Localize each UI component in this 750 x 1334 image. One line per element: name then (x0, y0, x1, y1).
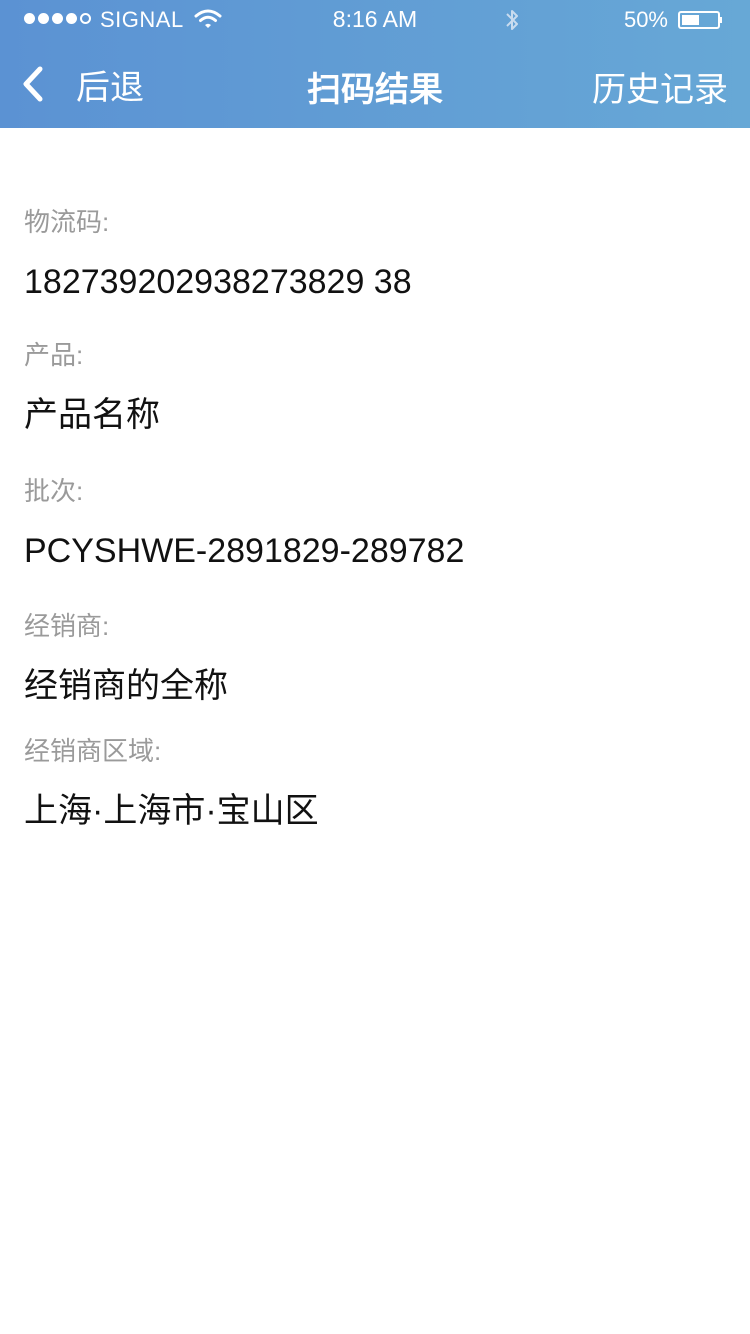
bluetooth-icon (506, 10, 518, 30)
field-label: 物流码: (24, 207, 110, 237)
field-batch: 批次: PCYSHWE-2891829-289782 (24, 476, 724, 571)
field-label: 产品: (24, 340, 84, 370)
field-label: 经销商区域: (24, 736, 162, 766)
field-value: 产品名称 (24, 396, 160, 434)
back-button[interactable]: 后退 (20, 52, 144, 116)
field-logistics-code: 物流码: 182739202938273829 38 (24, 207, 724, 302)
history-button[interactable]: 历史记录 (592, 62, 728, 111)
field-distributor-region: 经销商区域: 上海·上海市·宝山区 (24, 736, 724, 831)
battery-icon (678, 11, 722, 29)
field-label: 批次: (24, 476, 84, 506)
battery-percentage: 50% (623, 7, 668, 32)
status-bar: SIGNAL 8:16 AM 50% (0, 0, 750, 40)
field-product: 产品: 产品名称 (24, 340, 724, 435)
field-value: 上海·上海市·宝山区 (24, 792, 319, 830)
field-value: PCYSHWE-2891829-289782 (24, 532, 465, 570)
field-distributor: 经销商: 经销商的全称 (24, 611, 724, 706)
field-label: 经销商: (24, 611, 110, 641)
field-value: 182739202938273829 38 (24, 263, 412, 301)
navigation-bar: 后退 扫码结果 历史记录 (0, 40, 750, 128)
field-value: 经销商的全称 (24, 667, 228, 705)
chevron-left-icon (23, 66, 43, 102)
back-button-label: 后退 (76, 68, 144, 107)
top-bar: SIGNAL 8:16 AM 50% 后退 扫码结果 历史记录 (0, 0, 750, 128)
